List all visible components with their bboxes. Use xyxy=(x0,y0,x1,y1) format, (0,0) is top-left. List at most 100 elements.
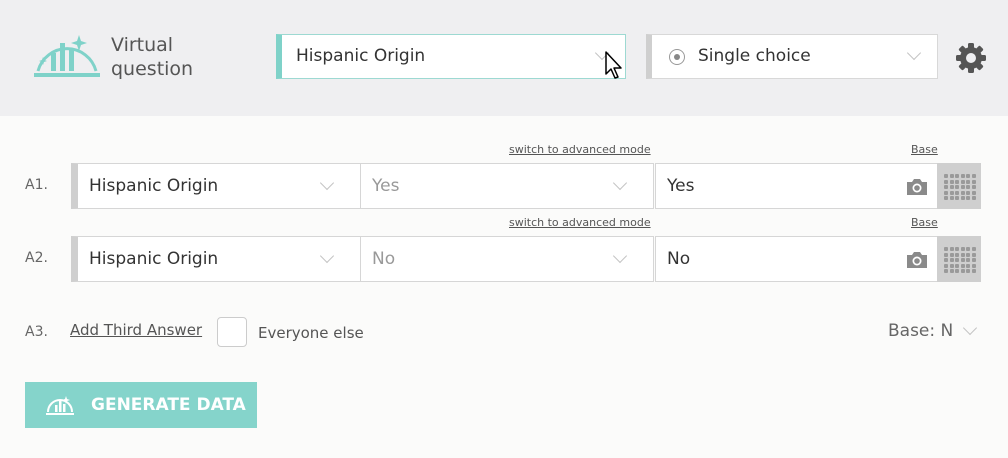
grid-dot xyxy=(960,174,965,178)
variable-select-value: Hispanic Origin xyxy=(89,249,219,269)
grid-dot xyxy=(944,252,948,257)
grid-dot xyxy=(966,247,970,251)
variable-select-a1[interactable]: Hispanic Origin xyxy=(71,163,361,209)
grid-dot xyxy=(949,185,954,189)
variable-select-value: Hispanic Origin xyxy=(89,176,219,196)
chevron-down-icon[interactable] xyxy=(962,320,978,336)
switch-advanced-mode-link-a1[interactable]: switch to advanced mode xyxy=(509,143,651,156)
grid-dot xyxy=(949,269,954,273)
grid-dot xyxy=(960,252,965,257)
answer-label-text: Yes xyxy=(667,176,695,196)
camera-icon[interactable] xyxy=(905,178,929,196)
grid-dot xyxy=(966,179,970,184)
grid-dot xyxy=(960,258,965,262)
grid-dot xyxy=(966,190,970,195)
answer-label-a3: A3. xyxy=(25,324,48,340)
grid-dot xyxy=(971,190,976,195)
grid-dot xyxy=(966,263,970,268)
grid-dot xyxy=(949,252,954,257)
everyone-else-label: Everyone else xyxy=(258,324,364,342)
question-select-value: Hispanic Origin xyxy=(296,46,426,66)
value-select-a1[interactable]: Yes xyxy=(360,163,654,209)
grid-dot xyxy=(955,263,959,268)
grid-dot xyxy=(944,196,948,200)
gear-icon[interactable] xyxy=(955,42,987,74)
grid-dot xyxy=(955,269,959,273)
question-select[interactable]: Hispanic Origin xyxy=(276,34,626,79)
grid-dot xyxy=(949,247,954,251)
mouse-cursor-icon xyxy=(605,51,622,79)
switch-advanced-mode-link-a2[interactable]: switch to advanced mode xyxy=(509,216,651,229)
grid-icon[interactable] xyxy=(937,163,981,209)
question-type-select[interactable]: Single choice xyxy=(646,34,938,79)
answer-label-a1: A1. xyxy=(25,177,48,193)
radio-icon xyxy=(669,49,685,65)
generate-data-label: GENERATE DATA xyxy=(91,395,246,415)
virtual-question-logo xyxy=(34,35,100,77)
grid-dot xyxy=(944,263,948,268)
grid-dot xyxy=(971,174,976,178)
grid-icon[interactable] xyxy=(937,236,981,282)
grid-dot xyxy=(966,258,970,262)
app-title: Virtual question xyxy=(111,34,194,80)
grid-dot xyxy=(949,263,954,268)
chevron-down-icon xyxy=(612,248,628,264)
grid-dot xyxy=(971,252,976,257)
grid-dot xyxy=(944,269,948,273)
base-link-a2[interactable]: Base xyxy=(911,216,938,229)
generate-data-button[interactable]: GENERATE DATA xyxy=(25,382,257,428)
grid-dot xyxy=(971,179,976,184)
chevron-down-icon xyxy=(906,45,922,61)
grid-dot xyxy=(971,269,976,273)
grid-dot xyxy=(955,179,959,184)
grid-dot xyxy=(966,252,970,257)
chevron-down-icon xyxy=(319,248,335,264)
grid-dot xyxy=(944,185,948,189)
variable-select-a2[interactable]: Hispanic Origin xyxy=(71,236,361,282)
grid-dot xyxy=(944,190,948,195)
grid-dot xyxy=(971,247,976,251)
grid-dot xyxy=(966,269,970,273)
answer-label-a2: A2. xyxy=(25,250,48,266)
grid-dot xyxy=(966,174,970,178)
grid-dot xyxy=(944,179,948,184)
answer-label-input-a1[interactable]: Yes xyxy=(655,163,938,209)
question-type-value: Single choice xyxy=(698,46,811,66)
grid-dot xyxy=(955,190,959,195)
grid-dot xyxy=(949,190,954,195)
base-select[interactable]: Base: N xyxy=(888,321,953,341)
grid-dot xyxy=(960,190,965,195)
chevron-down-icon xyxy=(319,175,335,191)
grid-dot xyxy=(944,247,948,251)
grid-dot xyxy=(955,185,959,189)
value-select-a2[interactable]: No xyxy=(360,236,654,282)
grid-dot xyxy=(960,185,965,189)
value-select-value: No xyxy=(372,249,396,269)
grid-dot xyxy=(944,258,948,262)
grid-dot xyxy=(971,258,976,262)
base-link-a1[interactable]: Base xyxy=(911,143,938,156)
grid-dot xyxy=(955,174,959,178)
answer-label-text: No xyxy=(667,249,691,269)
grid-dot xyxy=(971,196,976,200)
grid-dot xyxy=(966,196,970,200)
grid-dot xyxy=(960,263,965,268)
chevron-down-icon xyxy=(612,175,628,191)
grid-dot xyxy=(971,185,976,189)
generate-data-icon xyxy=(46,396,74,415)
grid-dot xyxy=(960,179,965,184)
grid-dot xyxy=(971,263,976,268)
grid-dot xyxy=(949,179,954,184)
add-third-answer-link[interactable]: Add Third Answer xyxy=(70,321,202,339)
header-bar: Virtual question Hispanic Origin Single … xyxy=(0,0,1008,116)
grid-dot xyxy=(966,185,970,189)
grid-dot xyxy=(955,258,959,262)
everyone-else-checkbox[interactable] xyxy=(217,317,247,347)
camera-icon[interactable] xyxy=(905,251,929,269)
grid-dot xyxy=(955,247,959,251)
grid-dot xyxy=(960,269,965,273)
grid-dot xyxy=(949,196,954,200)
answer-label-input-a2[interactable]: No xyxy=(655,236,938,282)
grid-dot xyxy=(944,174,948,178)
grid-dot xyxy=(960,247,965,251)
